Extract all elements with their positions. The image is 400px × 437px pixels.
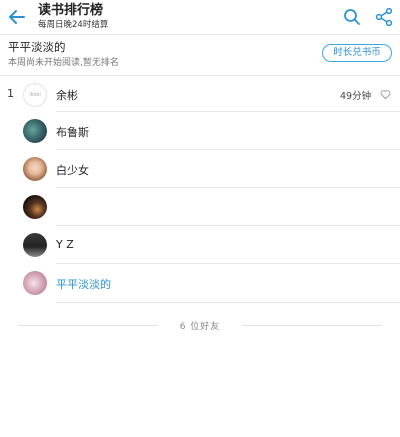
avatar[interactable] [23,195,47,219]
my-name-in-list: 平平淡淡的 [56,278,111,291]
avatar[interactable] [23,233,47,257]
friend-name: 白少女 [56,164,89,177]
avatar[interactable] [23,157,47,181]
share-icon[interactable] [374,7,394,27]
ranking-row[interactable]: Y Z [0,226,400,264]
top-app-bar: 读书排行榜 每周日晚24时结算 [0,0,400,34]
footer-divider-left [18,325,158,326]
row-divider [56,302,400,303]
avatar[interactable] [23,119,47,143]
friend-count: 6 位好友 [179,322,221,332]
ranking-row[interactable]: 1 ikoki 余彬 49分钟 [0,76,400,114]
avatar[interactable]: ikoki [23,83,47,107]
reading-duration: 49分钟 [340,91,372,102]
page-title: 读书排行榜 [38,3,104,18]
my-rank-status: 本周尚未开始阅读,暂无排名 [8,58,119,68]
footer-divider-right [242,325,382,326]
friend-name: 余彬 [56,89,78,102]
ranking-row[interactable]: 布鲁斯 [0,112,400,150]
heart-icon[interactable] [380,89,391,100]
avatar-logo-text: ikoki [29,92,41,98]
exchange-coins-button[interactable]: 时长兑书币 [322,44,392,62]
ranking-row-me[interactable]: 平平淡淡的 [0,264,400,302]
friend-name: 布鲁斯 [56,126,89,139]
ranking-row[interactable]: 白少女 [0,150,400,188]
search-icon[interactable] [342,7,362,27]
avatar[interactable] [23,271,47,295]
rank-number: 1 [7,87,14,100]
my-name: 平平淡淡的 [8,40,66,54]
back-arrow-icon[interactable] [6,6,28,28]
ranking-row[interactable] [0,188,400,226]
friend-name: Y Z [56,238,74,251]
page-subtitle: 每周日晚24时结算 [38,20,109,30]
title-block: 读书排行榜 每周日晚24时结算 [38,3,108,31]
